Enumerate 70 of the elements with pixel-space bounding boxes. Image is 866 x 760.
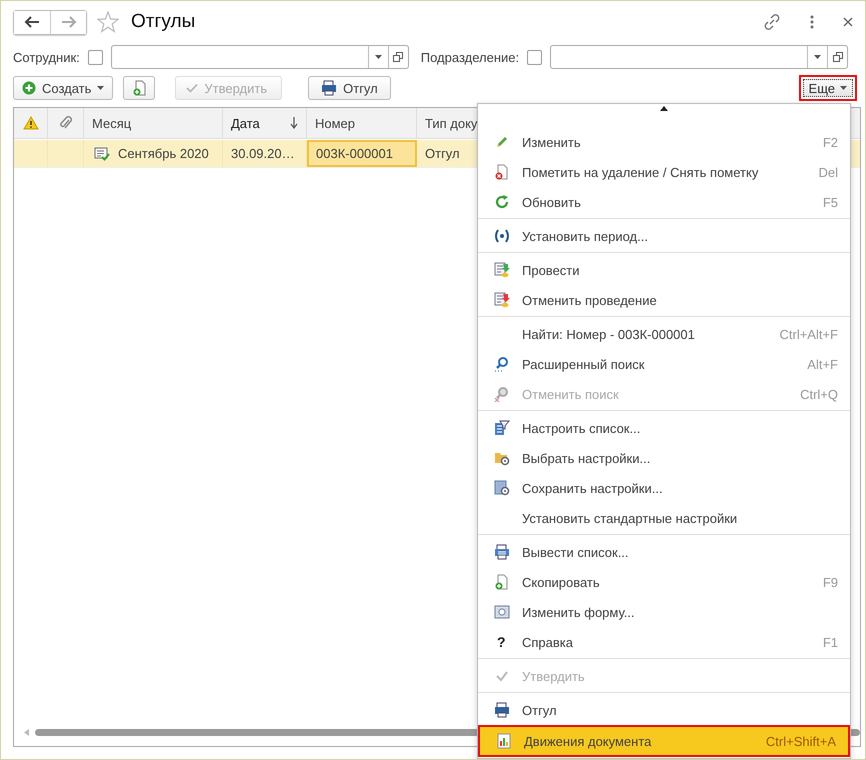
- check-icon: [186, 83, 198, 93]
- filter-checkbox[interactable]: [527, 50, 542, 64]
- window-title: Отгулы: [131, 11, 196, 33]
- more-icon[interactable]: [809, 15, 815, 29]
- chart-document-icon: [496, 733, 512, 749]
- scroll-left-icon[interactable]: [24, 728, 29, 736]
- document-plus-icon: [132, 80, 146, 96]
- arrow-right-icon: [60, 16, 76, 28]
- menu-item[interactable]: Выбрать настройки...: [478, 443, 850, 473]
- menu-item[interactable]: Обновить F5: [478, 187, 850, 217]
- caret-icon: [97, 86, 104, 90]
- windows-icon: [832, 52, 843, 62]
- printer-icon: [494, 544, 510, 560]
- menu-item[interactable]: Установить стандартные настройки: [478, 503, 850, 533]
- windows-icon: [393, 52, 404, 62]
- filter-label: Подразделение:: [420, 50, 520, 64]
- table-cell: 003К-000001: [307, 140, 417, 167]
- copy-button[interactable]: [123, 76, 156, 100]
- paperclip-icon: [58, 115, 72, 131]
- document-cross-icon: [494, 164, 510, 180]
- printer-icon: [494, 702, 510, 718]
- column-header[interactable]: Дата: [223, 108, 307, 138]
- form-icon: [494, 604, 510, 620]
- filter-field[interactable]: [550, 45, 848, 69]
- star-icon[interactable]: [97, 11, 119, 33]
- menu-item[interactable]: Расширенный поиск Alt+F: [478, 349, 850, 379]
- document-arrow-icon: [494, 262, 510, 278]
- arrow-left-icon: [24, 16, 40, 28]
- menu-item[interactable]: Провести: [478, 255, 850, 285]
- link-icon[interactable]: [763, 13, 781, 31]
- menu-item[interactable]: Настроить список...: [478, 413, 850, 443]
- menu-item[interactable]: Установить период...: [478, 221, 850, 251]
- printer-icon: [321, 80, 338, 96]
- caret-icon: [814, 55, 822, 59]
- more-button[interactable]: Еще: [802, 79, 853, 97]
- menu-item[interactable]: Скопировать F9: [478, 567, 850, 597]
- brackets-dot-icon: [494, 228, 510, 244]
- document-arrow-icon: [494, 292, 510, 308]
- search-icon: [494, 356, 510, 372]
- list-filter-icon: [494, 420, 510, 436]
- back-button[interactable]: [14, 10, 50, 34]
- create-button[interactable]: Создать: [13, 76, 114, 100]
- pencil-icon: [494, 134, 510, 150]
- close-icon[interactable]: [843, 17, 853, 27]
- menu-item[interactable]: Вывести список...: [478, 537, 850, 567]
- refresh-icon: [494, 194, 510, 210]
- plus-icon: [22, 81, 36, 95]
- menu-item[interactable]: Отгул: [478, 695, 850, 725]
- sort-arrow-icon: [290, 117, 298, 129]
- print-button[interactable]: Отгул: [308, 76, 391, 100]
- gear-icon: [494, 480, 510, 496]
- caret-icon: [840, 86, 847, 90]
- table-cell: Сентябрь 2020: [84, 140, 223, 167]
- filter-label: Сотрудник:: [13, 50, 80, 64]
- filter-checkbox[interactable]: [88, 50, 103, 64]
- menu-item[interactable]: ? Справка F1: [478, 627, 850, 657]
- menu-item[interactable]: Найти: Номер - 003К-000001 Ctrl+Alt+F: [478, 319, 850, 349]
- menu-item[interactable]: Сохранить настройки...: [478, 473, 850, 503]
- menu-item[interactable]: Отменить проведение: [478, 285, 850, 315]
- filter-field[interactable]: [110, 45, 409, 69]
- column-header[interactable]: Месяц: [84, 108, 223, 138]
- scroll-up-icon[interactable]: [660, 106, 668, 111]
- search-icon: [494, 386, 510, 402]
- caret-icon: [374, 55, 382, 59]
- folder-gear-icon: [494, 450, 510, 466]
- menu-item[interactable]: Движения документа Ctrl+Shift+A: [478, 725, 850, 757]
- menu-item[interactable]: Изменить форму...: [478, 597, 850, 627]
- warning-icon: [22, 116, 38, 130]
- document-plus-icon: [494, 574, 510, 590]
- column-header[interactable]: Номер: [307, 108, 417, 138]
